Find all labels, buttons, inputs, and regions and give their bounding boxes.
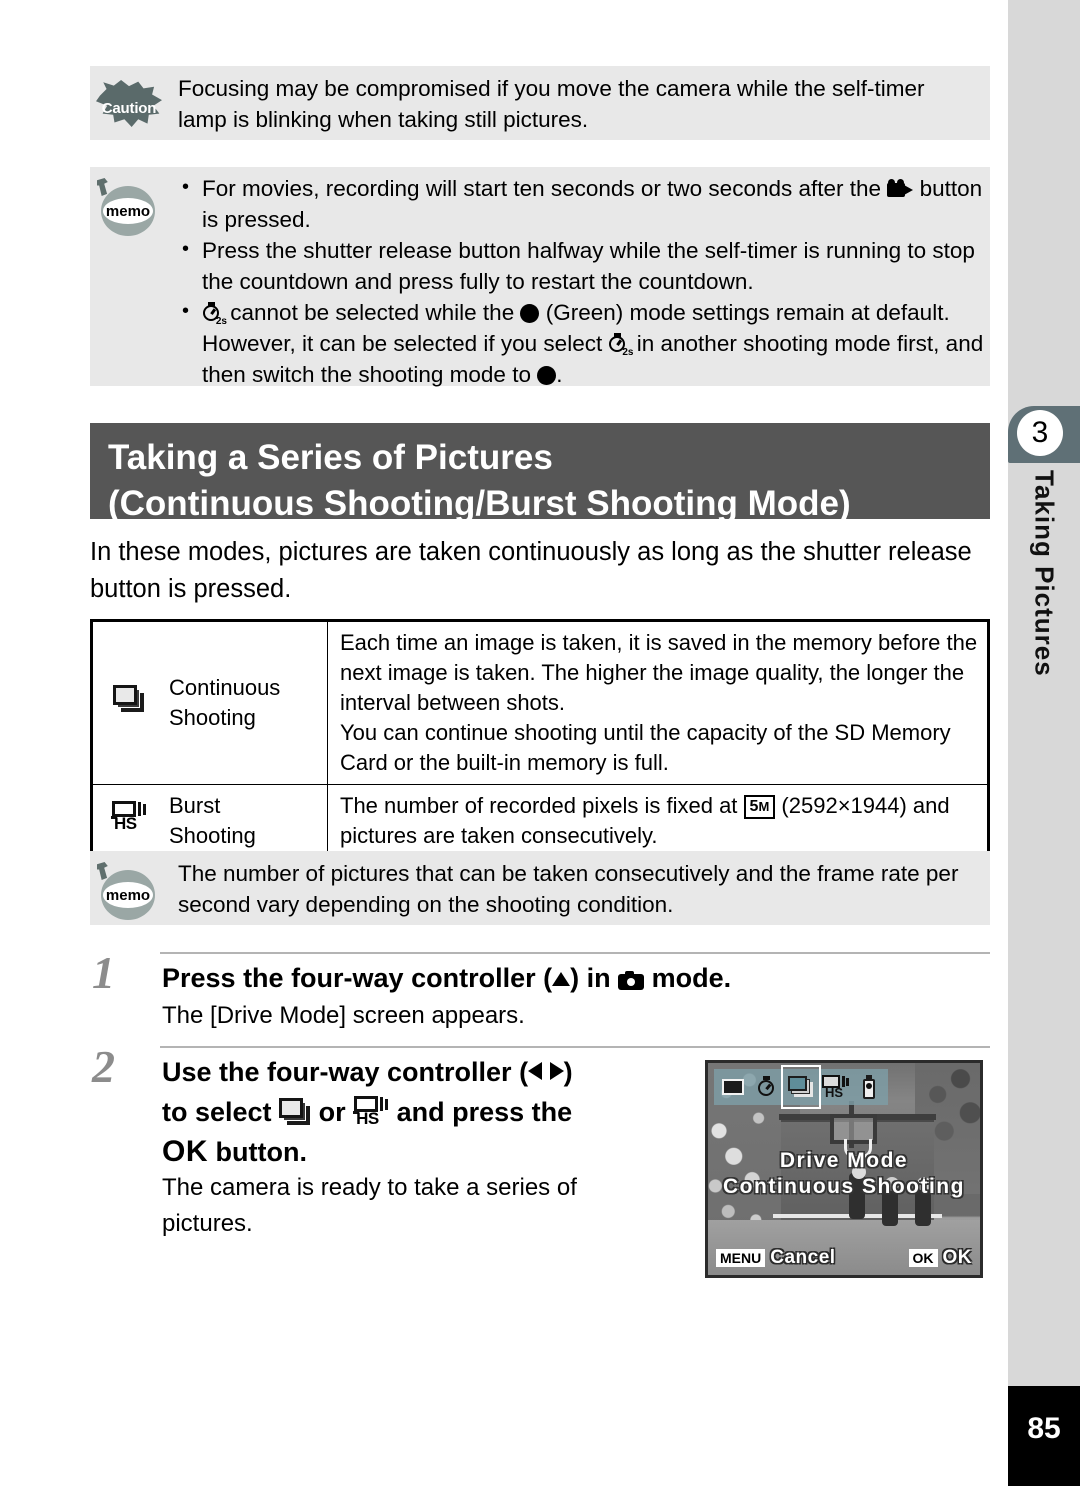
step-2-head-l3-after: button.	[215, 1137, 307, 1167]
continuous-shooting-name-line1: Continuous	[169, 675, 281, 700]
lcd-osd-subtitle: Continuous Shooting	[723, 1174, 965, 1198]
table-row: Continuous Shooting Each time an image i…	[92, 621, 988, 785]
step-1-heading: Press the four-way controller ( ) in mode…	[162, 958, 990, 998]
lcd-menu-key: MENU	[716, 1249, 766, 1267]
pixel-size-badge: 5M	[743, 795, 776, 819]
step-2-heading-line2: to select or HS and press the	[162, 1092, 682, 1132]
memo-icon-top-label: memo	[103, 198, 153, 224]
memo-bottom-text: The number of pictures that can be taken…	[178, 858, 978, 920]
green-mode-icon	[520, 304, 540, 323]
self-timer-2s-icon: 2s	[202, 302, 227, 327]
continuous-shooting-desc-p2: You can continue shooting until the capa…	[340, 720, 951, 775]
continuous-shooting-icon	[113, 684, 145, 714]
lcd-single-frame-icon[interactable]	[720, 1074, 746, 1100]
section-intro-paragraph: In these modes, pictures are taken conti…	[90, 538, 972, 603]
section-title-banner: Taking a Series of Pictures (Continuous …	[90, 423, 990, 523]
caution-icon: Caution	[96, 80, 162, 136]
memo-bullet-shutter-text: Press the shutter release button halfway…	[202, 238, 975, 294]
memo-bullet-movies: For movies, recording will start ten sec…	[178, 172, 988, 235]
lcd-osd-text: Drive Mode Continuous Shooting	[708, 1148, 980, 1200]
page-content: Caution Focusing may be compromised if y…	[0, 0, 1008, 1486]
burst-hs-label: HS	[114, 814, 137, 833]
table-row: HS Burst Shooting The number of recorded…	[92, 784, 988, 858]
burst-shooting-description: The number of recorded pixels is fixed a…	[327, 784, 988, 858]
lcd-menu-label: Cancel	[770, 1247, 836, 1268]
step-2-body: The camera is ready to take a series of …	[162, 1174, 577, 1237]
continuous-shooting-desc-p1: Each time an image is taken, it is saved…	[340, 630, 978, 715]
burst-shooting-hs-icon: HS	[111, 800, 147, 834]
continuous-shooting-icon-cell	[92, 621, 165, 785]
memo-bullet-shutter: Press the shutter release button halfway…	[178, 234, 988, 297]
memo-icon-bottom: memo	[95, 862, 157, 920]
left-arrow-icon	[528, 1062, 543, 1080]
burst-shooting-icon-cell: HS	[92, 784, 165, 858]
step-1-body: The [Drive Mode] screen appears.	[162, 1002, 525, 1029]
up-arrow-icon	[552, 972, 571, 986]
lcd-osd-title: Drive Mode	[779, 1148, 909, 1172]
lcd-drive-mode-screenshot: HS Drive Mode Continuous Shooting MENU C…	[705, 1060, 983, 1278]
lcd-ok-key: OK	[908, 1249, 938, 1267]
pixel-size-unit: M	[758, 799, 770, 814]
step-2-head-l1-before: Use the four-way controller (	[162, 1057, 529, 1087]
caution-text: Focusing may be compromised if you move …	[178, 73, 978, 135]
burst-shooting-hs-icon-inline: HS	[353, 1095, 389, 1129]
step-2-heading-line1: Use the four-way controller ( )	[162, 1052, 682, 1092]
step-1-head-mid: ) in	[570, 963, 611, 993]
memo-icon-top: memo	[95, 178, 157, 236]
memo-icon-bottom-label: memo	[103, 882, 153, 908]
chapter-rail: 3 Taking Pictures 85	[1008, 0, 1080, 1486]
chapter-number-badge: 3	[1017, 410, 1063, 456]
step-1-number: 1	[92, 947, 115, 998]
lcd-remote-control-icon[interactable]	[856, 1074, 882, 1100]
memo-bottom-paragraph: The number of pictures that can be taken…	[178, 861, 959, 917]
step-1-head-after: mode.	[651, 963, 732, 993]
memo-bullet-movies-text-before: For movies, recording will start ten sec…	[202, 176, 882, 201]
step-2-head-l2-before: to select	[162, 1097, 272, 1127]
lcd-menu-cancel-group[interactable]: MENU Cancel	[716, 1247, 836, 1269]
step-2-number: 2	[92, 1041, 115, 1092]
lcd-ok-label: OK	[942, 1247, 972, 1268]
memo-bullet-green-mode: 2s cannot be selected while the (Green) …	[178, 296, 988, 390]
burst-shooting-name-line1: Burst	[169, 793, 221, 818]
burst-desc-before: The number of recorded pixels is fixed a…	[340, 793, 738, 818]
memo-bullet-green-part2: cannot be selected while the	[230, 300, 515, 325]
green-mode-icon-2	[537, 366, 557, 385]
right-arrow-icon	[549, 1062, 564, 1080]
continuous-shooting-description: Each time an image is taken, it is saved…	[327, 621, 988, 785]
self-timer-2s-icon-2: 2s	[608, 333, 633, 358]
lcd-selection-highlight	[781, 1065, 821, 1109]
continuous-shooting-name-line2: Shooting	[169, 705, 256, 730]
continuous-shooting-name: Continuous Shooting	[165, 621, 328, 785]
lcd-burst-shooting-hs-icon[interactable]: HS	[822, 1074, 849, 1100]
chapter-label-text: Taking Pictures	[1029, 470, 1060, 677]
step-2-head-l1-after: )	[563, 1057, 573, 1087]
drive-mode-table: Continuous Shooting Each time an image i…	[90, 619, 990, 860]
section-title-line1: Taking a Series of Pictures	[108, 438, 553, 477]
lcd-self-timer-icon[interactable]	[754, 1074, 780, 1100]
caution-icon-label: Caution	[101, 99, 157, 117]
memo-bullet-green-part5: .	[556, 362, 563, 387]
page-number: 85	[1008, 1386, 1080, 1486]
step-1-head-before: Press the four-way controller (	[162, 963, 553, 993]
step-2-rule	[160, 1046, 990, 1048]
movie-mode-icon	[887, 179, 914, 199]
step-2-heading: Use the four-way controller ( ) to selec…	[162, 1052, 682, 1172]
burst-shooting-name-line2: Shooting	[169, 823, 256, 848]
step-2-head-l2-after: and press the	[396, 1097, 573, 1127]
burst-shooting-name: Burst Shooting	[165, 784, 328, 858]
lcd-bottom-bar: MENU Cancel OK OK	[708, 1247, 980, 1269]
memo-top-text: For movies, recording will start ten sec…	[178, 172, 988, 390]
step-2-head-l2-mid: or	[318, 1097, 346, 1127]
step-1-rule	[160, 952, 990, 954]
still-picture-mode-icon	[618, 971, 645, 990]
lcd-ok-group[interactable]: OK OK	[908, 1247, 973, 1269]
continuous-shooting-icon-inline	[279, 1097, 311, 1127]
ok-button-label: OK	[162, 1135, 208, 1168]
caution-paragraph: Focusing may be compromised if you move …	[178, 76, 925, 132]
step-2-heading-line3: OK button.	[162, 1132, 682, 1172]
chapter-label: Taking Pictures	[1008, 470, 1080, 800]
section-title-line2: (Continuous Shooting/Burst Shooting Mode…	[108, 484, 851, 523]
